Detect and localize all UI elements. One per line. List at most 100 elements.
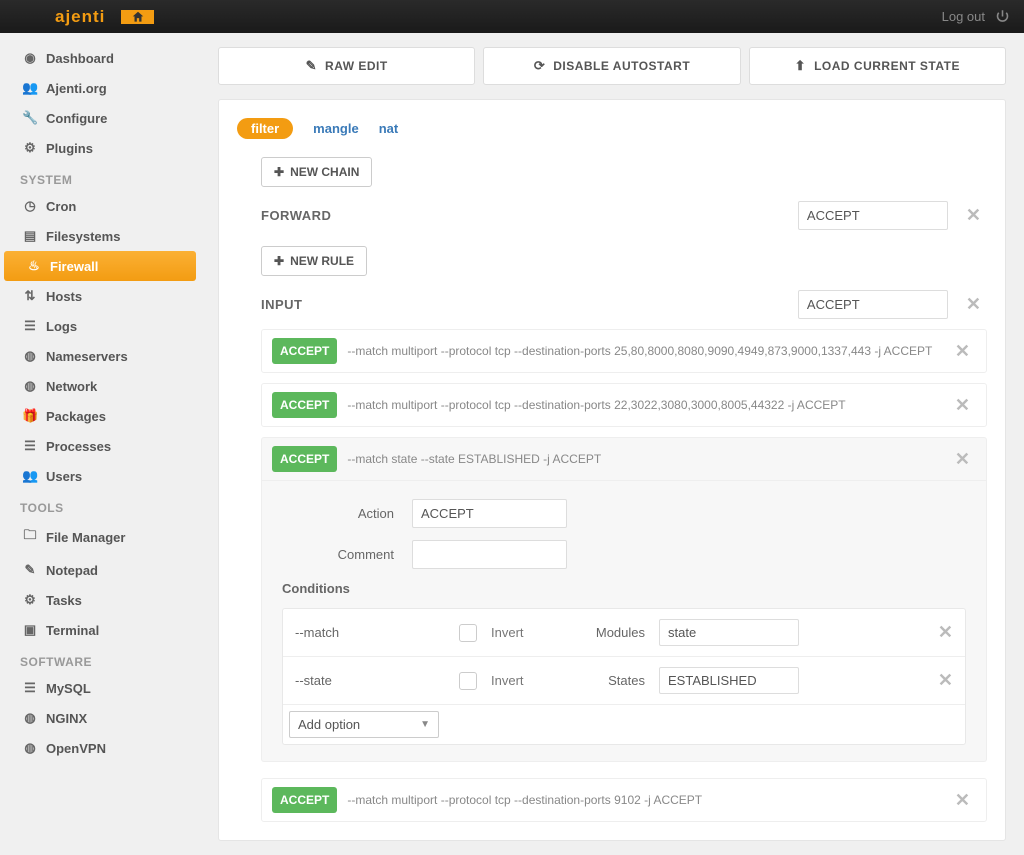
rule-3-desc: --match state --state ESTABLISHED -j ACC… xyxy=(347,452,939,466)
main: ✎RAW EDIT ⟳DISABLE AUTOSTART ⬆LOAD CURRE… xyxy=(200,33,1024,855)
chain-input-title: INPUT xyxy=(261,297,303,312)
logout-link[interactable]: Log out xyxy=(942,9,985,24)
rule-3-remove[interactable]: ✕ xyxy=(949,449,976,470)
rule-2[interactable]: ACCEPT --match multiport --protocol tcp … xyxy=(261,383,987,427)
list-icon: ☰ xyxy=(22,438,38,454)
condition-1-remove[interactable]: ✕ xyxy=(938,622,953,643)
rule-1-remove[interactable]: ✕ xyxy=(949,341,976,362)
condition-2-opt: --state xyxy=(295,673,445,688)
topbar-right: Log out xyxy=(942,0,1024,33)
home-icon xyxy=(131,10,145,24)
globe-icon: ◍ xyxy=(22,348,38,364)
sidebar-item-firewall[interactable]: ♨Firewall xyxy=(4,251,196,281)
sidebar-item-users[interactable]: 👥Users xyxy=(0,461,200,491)
tab-nat[interactable]: nat xyxy=(379,121,399,136)
condition-1-input[interactable] xyxy=(659,619,799,646)
rule-1-desc: --match multiport --protocol tcp --desti… xyxy=(347,344,939,358)
rule-2-remove[interactable]: ✕ xyxy=(949,395,976,416)
sidebar-item-nginx[interactable]: ◍NGINX xyxy=(0,703,200,733)
sidebar-item-tasks[interactable]: ⚙Tasks xyxy=(0,585,200,615)
sidebar-item-notepad[interactable]: ✎Notepad xyxy=(0,555,200,585)
tab-mangle[interactable]: mangle xyxy=(313,121,359,136)
sidebar-item-processes[interactable]: ☰Processes xyxy=(0,431,200,461)
condition-1-invert-checkbox[interactable] xyxy=(459,624,477,642)
sidebar: ◉Dashboard 👥Ajenti.org 🔧Configure ⚙Plugi… xyxy=(0,33,200,855)
rule-4-tag: ACCEPT xyxy=(272,787,337,813)
tab-filter[interactable]: filter xyxy=(237,118,293,139)
add-option-select[interactable]: Add option ▼ xyxy=(289,711,439,738)
condition-2-input[interactable] xyxy=(659,667,799,694)
chain-forward: FORWARD ✕ xyxy=(261,201,987,230)
condition-2: --state Invert States ✕ xyxy=(283,657,965,705)
sidebar-item-terminal[interactable]: ▣Terminal xyxy=(0,615,200,645)
chain-input-remove[interactable]: ✕ xyxy=(960,294,987,315)
sidebar-item-cron[interactable]: ◷Cron xyxy=(0,191,200,221)
rule-4[interactable]: ACCEPT --match multiport --protocol tcp … xyxy=(261,778,987,822)
content: ✚NEW CHAIN FORWARD ✕ ✚NEW RULE INPUT ✕ xyxy=(237,157,987,822)
cogs-icon: ⚙ xyxy=(22,140,38,156)
new-rule-button[interactable]: ✚NEW RULE xyxy=(261,246,367,276)
home-button[interactable] xyxy=(121,10,154,24)
sidebar-section-system: SYSTEM xyxy=(0,163,200,191)
sidebar-item-logs[interactable]: ☰Logs xyxy=(0,311,200,341)
rule-2-tag: ACCEPT xyxy=(272,392,337,418)
sidebar-item-packages[interactable]: 🎁Packages xyxy=(0,401,200,431)
sidebar-item-ajenti-org[interactable]: 👥Ajenti.org xyxy=(0,73,200,103)
chain-input: INPUT ✕ xyxy=(261,290,987,319)
brand-text: ajenti xyxy=(0,7,121,27)
power-icon[interactable] xyxy=(995,9,1010,24)
terminal-icon: ▣ xyxy=(22,622,38,638)
raw-edit-button[interactable]: ✎RAW EDIT xyxy=(218,47,475,85)
sidebar-item-configure[interactable]: 🔧Configure xyxy=(0,103,200,133)
chain-forward-title: FORWARD xyxy=(261,208,331,223)
chain-forward-remove[interactable]: ✕ xyxy=(960,205,987,226)
load-current-state-button[interactable]: ⬆LOAD CURRENT STATE xyxy=(749,47,1006,85)
sidebar-item-hosts[interactable]: ⇅Hosts xyxy=(0,281,200,311)
sidebar-item-nameservers[interactable]: ◍Nameservers xyxy=(0,341,200,371)
sidebar-item-filesystems[interactable]: ▤Filesystems xyxy=(0,221,200,251)
condition-1-opt: --match xyxy=(295,625,445,640)
rule-3-editor: Action Comment Conditions --match Invert xyxy=(261,481,987,762)
gift-icon: 🎁 xyxy=(22,408,38,424)
users-icon: 👥 xyxy=(22,80,38,96)
condition-1: --match Invert Modules ✕ xyxy=(283,609,965,657)
pencil-icon: ✎ xyxy=(306,58,317,74)
rule-1[interactable]: ACCEPT --match multiport --protocol tcp … xyxy=(261,329,987,373)
sidebar-item-dashboard[interactable]: ◉Dashboard xyxy=(0,43,200,73)
sidebar-item-file-manager[interactable]: 🗀File Manager xyxy=(0,519,200,555)
new-chain-button[interactable]: ✚NEW CHAIN xyxy=(261,157,372,187)
plus-icon: ✚ xyxy=(274,165,284,179)
globe-icon: ◍ xyxy=(22,710,38,726)
plus-icon: ✚ xyxy=(274,254,284,268)
panel: filter mangle nat ✚NEW CHAIN FORWARD ✕ ✚… xyxy=(218,99,1006,841)
clock-icon: ◷ xyxy=(22,198,38,214)
condition-1-field-label: Modules xyxy=(565,625,645,640)
hdd-icon: ▤ xyxy=(22,228,38,244)
rule-3[interactable]: ACCEPT --match state --state ESTABLISHED… xyxy=(261,437,987,481)
sidebar-item-openvpn[interactable]: ◍OpenVPN xyxy=(0,733,200,763)
invert-label: Invert xyxy=(491,673,551,688)
rule-4-remove[interactable]: ✕ xyxy=(949,790,976,811)
rule-2-desc: --match multiport --protocol tcp --desti… xyxy=(347,398,939,412)
dashboard-icon: ◉ xyxy=(22,50,38,66)
sidebar-item-plugins[interactable]: ⚙Plugins xyxy=(0,133,200,163)
action-label: Action xyxy=(282,506,412,521)
chain-input-default[interactable] xyxy=(798,290,948,319)
rule-3-tag: ACCEPT xyxy=(272,446,337,472)
sidebar-item-network[interactable]: ◍Network xyxy=(0,371,200,401)
sidebar-item-mysql[interactable]: ☰MySQL xyxy=(0,673,200,703)
wrench-icon: 🔧 xyxy=(22,110,38,126)
globe-icon: ◍ xyxy=(22,740,38,756)
invert-label: Invert xyxy=(491,625,551,640)
comment-input[interactable] xyxy=(412,540,567,569)
condition-2-remove[interactable]: ✕ xyxy=(938,670,953,691)
table-icon: ☰ xyxy=(22,680,38,696)
folder-icon: 🗀 xyxy=(22,526,38,548)
condition-2-invert-checkbox[interactable] xyxy=(459,672,477,690)
chain-forward-default[interactable] xyxy=(798,201,948,230)
disable-autostart-button[interactable]: ⟳DISABLE AUTOSTART xyxy=(483,47,740,85)
edit-icon: ✎ xyxy=(22,562,38,578)
action-input[interactable] xyxy=(412,499,567,528)
sidebar-section-software: SOFTWARE xyxy=(0,645,200,673)
tabnav: filter mangle nat xyxy=(237,118,987,139)
